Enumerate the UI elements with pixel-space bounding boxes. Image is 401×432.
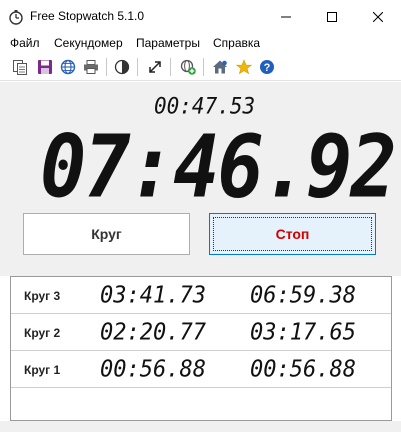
- minimize-icon: [281, 16, 291, 17]
- lap-total-time: 03:17.65: [250, 319, 356, 346]
- star-icon[interactable]: [234, 57, 254, 77]
- total-time-display: 07:46.92: [40, 118, 397, 218]
- lap-name: Круг 3: [24, 289, 61, 303]
- maximize-button[interactable]: [309, 0, 355, 33]
- stopwatch-app-icon: [8, 9, 24, 25]
- lap-split-time: 00:56.88: [100, 356, 206, 383]
- lap-row[interactable]: Круг 3 03:41.73 06:59.38: [11, 277, 391, 314]
- close-button[interactable]: [355, 0, 401, 33]
- contrast-icon[interactable]: [112, 57, 132, 77]
- home-icon[interactable]: [210, 57, 230, 77]
- globe-icon[interactable]: [58, 57, 78, 77]
- fullscreen-icon[interactable]: [145, 57, 165, 77]
- stop-button[interactable]: Стоп: [209, 213, 376, 255]
- toolbar-separator: [137, 58, 138, 76]
- laps-list[interactable]: Круг 3 03:41.73 06:59.38 Круг 2 02:20.77…: [10, 276, 392, 421]
- maximize-icon: [327, 11, 337, 22]
- print-icon[interactable]: [81, 57, 101, 77]
- current-lap-time: 00:47.53: [154, 93, 256, 119]
- lap-row[interactable]: Круг 2 02:20.77 03:17.65: [11, 314, 391, 351]
- toolbar-separator: [203, 58, 204, 76]
- minimize-button[interactable]: [263, 0, 309, 33]
- toolbar-separator: [170, 58, 171, 76]
- toolbar: ?: [0, 53, 401, 81]
- menu-bar: Файл Секундомер Параметры Справка: [0, 33, 401, 53]
- lap-total-time: 00:56.88: [250, 356, 356, 383]
- menu-file[interactable]: Файл: [10, 36, 40, 50]
- close-icon: [373, 11, 383, 22]
- menu-stopwatch[interactable]: Секундомер: [54, 36, 123, 50]
- menu-help[interactable]: Справка: [213, 36, 260, 50]
- save-icon[interactable]: [35, 57, 55, 77]
- lap-split-time: 03:41.73: [100, 282, 206, 309]
- add-web-icon[interactable]: [178, 57, 198, 77]
- help-icon[interactable]: ?: [257, 57, 277, 77]
- copy-icon[interactable]: [10, 57, 30, 77]
- lap-row[interactable]: Круг 1 00:56.88 00:56.88: [11, 351, 391, 388]
- lap-split-time: 02:20.77: [100, 319, 206, 346]
- svg-text:?: ?: [264, 62, 271, 74]
- lap-name: Круг 1: [24, 363, 61, 377]
- window-bottom-edge: [0, 421, 401, 432]
- panel-divider: [0, 266, 401, 276]
- window-title: Free Stopwatch 5.1.0: [30, 9, 145, 23]
- menu-options[interactable]: Параметры: [136, 36, 200, 50]
- lap-button[interactable]: Круг: [23, 213, 190, 255]
- title-bar: Free Stopwatch 5.1.0: [0, 0, 401, 33]
- toolbar-separator: [106, 58, 107, 76]
- lap-total-time: 06:59.38: [250, 282, 356, 309]
- lap-name: Круг 2: [24, 326, 61, 340]
